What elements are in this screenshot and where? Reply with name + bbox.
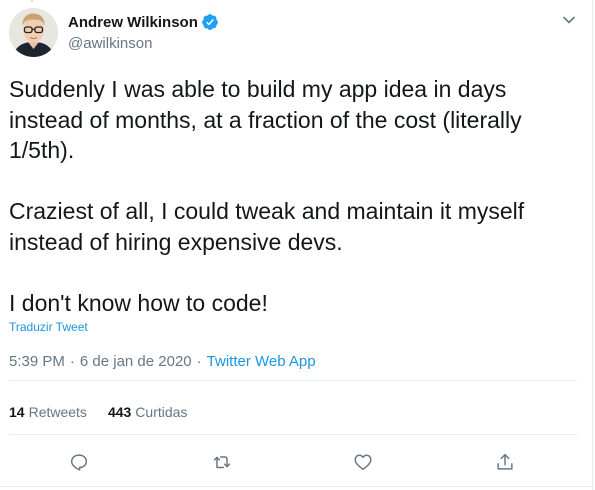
panel-border-right (592, 0, 593, 490)
tweet-stats: 14 Retweets 443 Curtidas (9, 404, 187, 420)
avatar[interactable] (9, 8, 58, 57)
panel-border-bottom (0, 486, 592, 487)
thread-connector (31, 0, 33, 2)
avatar-image (9, 8, 58, 57)
retweets-label: Retweets (28, 404, 87, 420)
tweet-source-link[interactable]: Twitter Web App (207, 353, 316, 370)
tweet-text: Suddenly I was able to build my app idea… (9, 74, 569, 318)
tweet-paragraph: Suddenly I was able to build my app idea… (9, 76, 522, 163)
likes-count: 443 (107, 404, 132, 420)
likes-stat[interactable]: 443 Curtidas (108, 404, 188, 420)
tweet-metadata: 5:39 PM · 6 de jan de 2020 · Twitter Web App (9, 353, 316, 370)
chevron-down-icon[interactable] (561, 12, 577, 28)
retweets-stat[interactable]: 14 Retweets (9, 404, 87, 420)
tweet-paragraph: Craziest of all, I could tweak and maint… (9, 198, 525, 255)
reply-button[interactable] (68, 451, 90, 473)
author-name[interactable]: Andrew Wilkinson (68, 14, 198, 31)
likes-label: Curtidas (135, 404, 188, 420)
tweet-date[interactable]: 6 de jan de 2020 (80, 353, 192, 370)
tweet-paragraph: I don't know how to code! (9, 289, 268, 316)
tweet-time[interactable]: 5:39 PM (9, 353, 65, 370)
verified-badge-icon (201, 13, 219, 31)
retweet-button[interactable] (211, 451, 233, 473)
translate-tweet-link[interactable]: Traduzir Tweet (9, 320, 88, 334)
divider (9, 380, 577, 381)
author-name-row[interactable]: Andrew Wilkinson (68, 13, 219, 31)
retweets-count: 14 (9, 404, 25, 420)
divider (9, 434, 577, 435)
like-icon (354, 454, 372, 471)
share-button[interactable] (494, 451, 516, 473)
meta-separator: · (196, 353, 202, 370)
meta-separator: · (69, 353, 75, 370)
author-handle[interactable]: @awilkinson (68, 35, 152, 52)
like-button[interactable] (352, 451, 374, 473)
retweet-icon (213, 456, 231, 469)
reply-icon (70, 454, 88, 471)
share-icon (497, 453, 513, 470)
